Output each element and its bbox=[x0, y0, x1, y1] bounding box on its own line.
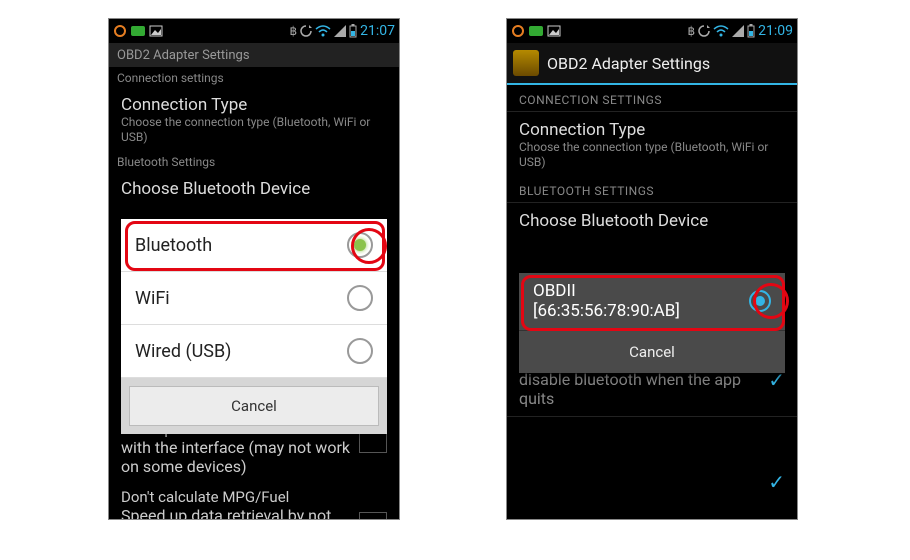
phone-right: ฿ 21:09 OBD2 Adapter Settings CONNECTION… bbox=[506, 18, 798, 520]
connection-type-dialog: Bluetooth WiFi Wired (USB) Cancel bbox=[121, 219, 387, 434]
bluetooth-icon: ฿ bbox=[289, 24, 297, 38]
option-label: Bluetooth bbox=[135, 235, 212, 256]
cancel-button[interactable]: Cancel bbox=[129, 386, 379, 426]
wifi-icon bbox=[713, 25, 729, 37]
choose-bt-item[interactable]: Choose Bluetooth Device bbox=[109, 173, 399, 205]
signal-icon bbox=[334, 25, 346, 37]
device-name: OBDII bbox=[533, 281, 680, 301]
action-bar-title: OBD2 Adapter Settings bbox=[547, 54, 710, 73]
no-mpg-item[interactable]: Don't calculate MPG/Fuel Speed up data r… bbox=[109, 482, 399, 520]
device-mac: [66:35:56:78:90:AB] bbox=[533, 301, 680, 321]
action-bar: OBD2 Adapter Settings bbox=[507, 43, 797, 85]
battery-icon bbox=[747, 24, 755, 38]
only-if-bt-item[interactable]: Only if BT was already o Only turns on/o… bbox=[507, 419, 797, 519]
connection-type-item[interactable]: Connection Type Choose the connection ty… bbox=[507, 114, 797, 176]
image-icon bbox=[547, 25, 561, 37]
option-label: WiFi bbox=[135, 288, 170, 309]
status-clock: 21:07 bbox=[360, 23, 395, 39]
section-header-bluetooth: Bluetooth Settings bbox=[109, 151, 399, 173]
bt-device-dialog: OBDII [66:35:56:78:90:AB] Cancel bbox=[519, 273, 785, 373]
signal-icon bbox=[732, 25, 744, 37]
item-subtitle: Speed up data retrieval by not calculati… bbox=[121, 506, 351, 520]
item-title: Don't calculate MPG/Fuel bbox=[121, 488, 351, 506]
radio-button[interactable] bbox=[749, 290, 771, 312]
cancel-button[interactable]: Cancel bbox=[519, 331, 785, 373]
item-title: Connection Type bbox=[519, 120, 785, 140]
checkbox[interactable] bbox=[359, 512, 387, 521]
battery-icon bbox=[349, 24, 357, 38]
radio-button[interactable] bbox=[347, 232, 373, 258]
section-header-bluetooth: BLUETOOTH SETTINGS bbox=[507, 176, 797, 200]
item-title: Choose Bluetooth Device bbox=[121, 179, 387, 199]
checkbox-checked-icon[interactable]: ✓ bbox=[768, 470, 785, 494]
sync-icon bbox=[300, 25, 312, 37]
usb-icon bbox=[529, 26, 543, 36]
item-subtitle: Choose the connection type (Bluetooth, W… bbox=[519, 140, 785, 170]
choose-bt-item[interactable]: Choose Bluetooth Device bbox=[507, 205, 797, 237]
bluetooth-icon: ฿ bbox=[687, 24, 695, 38]
item-subtitle: Choose the connection type (Bluetooth, W… bbox=[121, 115, 387, 145]
image-icon bbox=[149, 25, 163, 37]
section-header-connection: CONNECTION SETTINGS bbox=[507, 85, 797, 109]
action-bar: OBD2 Adapter Settings bbox=[109, 43, 399, 67]
option-label: Wired (USB) bbox=[135, 341, 231, 362]
app-running-icon bbox=[511, 24, 525, 38]
status-clock: 21:09 bbox=[758, 23, 793, 39]
sync-icon bbox=[698, 25, 710, 37]
dialog-option-obdii[interactable]: OBDII [66:35:56:78:90:AB] bbox=[519, 273, 785, 331]
item-subtitle: Only turns on/off Bluetooth if it was of… bbox=[519, 444, 760, 519]
dialog-option-bluetooth[interactable]: Bluetooth bbox=[121, 219, 387, 272]
dialog-option-wired[interactable]: Wired (USB) bbox=[121, 325, 387, 378]
item-title: Connection Type bbox=[121, 95, 387, 115]
dialog-option-wifi[interactable]: WiFi bbox=[121, 272, 387, 325]
app-running-icon bbox=[113, 24, 127, 38]
connection-type-item[interactable]: Connection Type Choose the connection ty… bbox=[109, 89, 399, 151]
item-title: Choose Bluetooth Device bbox=[519, 211, 785, 231]
section-header-connection: Connection settings bbox=[109, 67, 399, 89]
status-bar: ฿ 21:07 bbox=[109, 19, 399, 43]
dialog-buttonbar: Cancel bbox=[121, 378, 387, 434]
wifi-icon bbox=[315, 25, 331, 37]
status-bar: ฿ 21:09 bbox=[507, 19, 797, 43]
radio-button[interactable] bbox=[347, 338, 373, 364]
radio-button[interactable] bbox=[347, 285, 373, 311]
phone-left: ฿ 21:07 OBD2 Adapter Settings Connection… bbox=[108, 18, 400, 520]
item-title: Only if BT was already o bbox=[519, 425, 760, 444]
app-icon bbox=[513, 50, 539, 76]
usb-icon bbox=[131, 26, 145, 36]
